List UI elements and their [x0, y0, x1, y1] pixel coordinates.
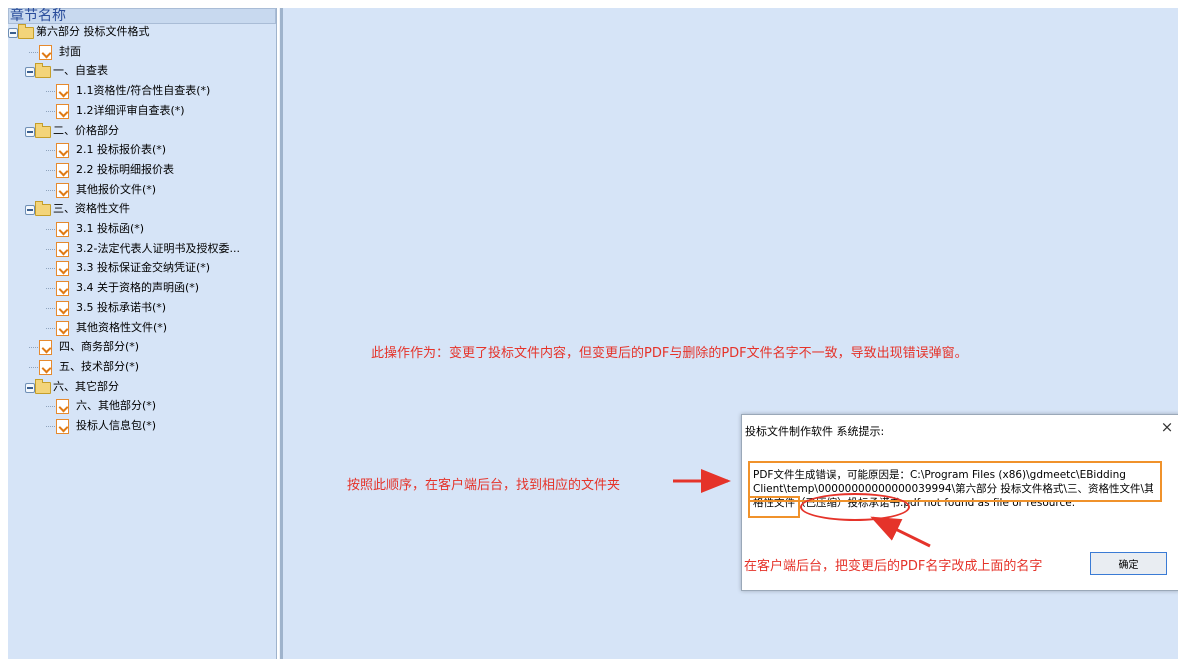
collapse-toggle-icon[interactable]	[8, 28, 18, 38]
document-icon	[39, 340, 52, 356]
close-icon[interactable]: ×	[1159, 419, 1175, 435]
tree-node-label: 3.2-法定代表人证明书及授权委...	[76, 241, 240, 255]
document-icon	[56, 182, 69, 198]
filename-highlight-oval	[800, 493, 910, 521]
tree-node-label: 四、商务部分(*)	[59, 340, 140, 354]
tree-node-label: 投标人信息包(*)	[76, 419, 157, 432]
tree-node-label: 2.1 投标报价表(*)	[76, 143, 167, 157]
tree-node-label: 六、其他部分(*)	[76, 399, 157, 413]
path-highlight-box	[748, 461, 1162, 502]
tree-node-label: 其他资格性文件(*)	[76, 320, 168, 334]
tree-node-label: 2.2 投标明细报价表	[76, 162, 174, 176]
folder-name-highlight-box	[748, 496, 800, 518]
document-icon	[56, 84, 69, 100]
folder-icon	[35, 378, 51, 394]
tree-node-label: 第六部分 投标文件格式	[36, 25, 150, 38]
tree-node-label: 3.1 投标函(*)	[76, 222, 145, 235]
annotation-explanation: 此操作作为：变更了投标文件内容，但变更后的PDF与删除的PDF文件名字不一致，导…	[371, 346, 968, 361]
document-icon	[56, 399, 69, 415]
tree-node-label: 三、资格性文件	[53, 202, 130, 216]
document-icon	[56, 222, 69, 237]
tree-node-label: 1.2详细评审自查表(*)	[76, 103, 185, 117]
ok-button[interactable]: 确定	[1090, 552, 1167, 575]
tree-node-label: 3.3 投标保证金交纳凭证(*)	[76, 261, 211, 275]
document-icon	[56, 281, 69, 297]
collapse-toggle-icon[interactable]	[25, 67, 35, 78]
tree-node-label: 二、价格部分	[53, 123, 119, 137]
folder-icon	[35, 63, 51, 79]
document-icon	[56, 300, 69, 316]
document-icon	[56, 162, 69, 178]
tree-node-label: 3.4 关于资格的声明函(*)	[76, 281, 200, 295]
annotation-rename-pdf: 在客户端后台，把变更后的PDF名字改成上面的名字	[744, 559, 1043, 574]
folder-icon	[35, 201, 51, 217]
annotation-find-folder: 按照此顺序，在客户端后台，找到相应的文件夹	[347, 478, 621, 493]
tree-node-label: 1.1资格性/符合性自查表(*)	[76, 84, 211, 98]
document-icon	[56, 241, 69, 257]
document-icon	[39, 44, 52, 60]
tree-node-label: 封面	[59, 44, 81, 58]
document-icon	[56, 320, 69, 336]
document-icon	[39, 359, 52, 375]
tree-node-label: 一、自查表	[53, 64, 108, 78]
tree-node-label: 3.5 投标承诺书(*)	[76, 300, 167, 314]
folder-icon	[18, 24, 34, 39]
dialog-title: 投标文件制作软件 系统提示:	[745, 425, 885, 438]
tree-node-label: 五、技术部分(*)	[59, 359, 140, 373]
collapse-toggle-icon[interactable]	[25, 126, 35, 137]
collapse-toggle-icon[interactable]	[25, 205, 35, 216]
document-icon	[56, 261, 69, 277]
chapter-tree-panel: 章节名称 第六部分 投标文件格式 封面 一、自查表 1.1资格性/符合性自查表(*) 1…	[8, 8, 277, 659]
document-icon	[56, 103, 69, 119]
tree-node-label: 六、其它部分	[53, 379, 119, 393]
document-icon	[56, 419, 69, 434]
collapse-toggle-icon[interactable]	[25, 382, 35, 393]
document-icon	[56, 143, 69, 159]
folder-icon	[35, 122, 51, 138]
tree-node-label: 其他报价文件(*)	[76, 182, 157, 196]
